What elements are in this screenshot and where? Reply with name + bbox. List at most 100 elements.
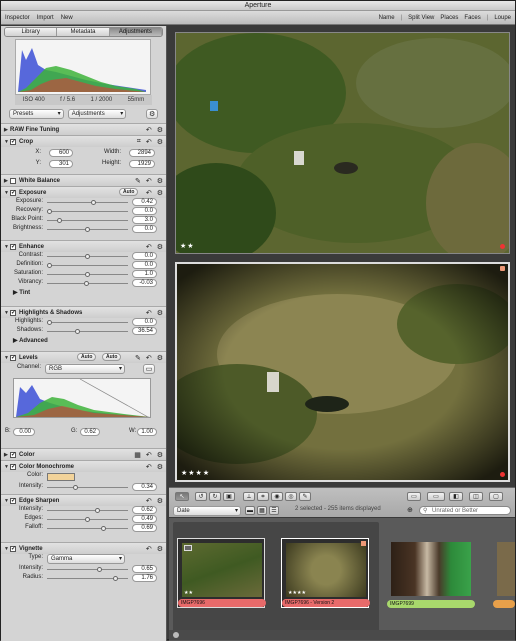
gear-icon[interactable]: ⚙ xyxy=(157,189,163,197)
edge-sharpen-checkbox[interactable]: ✓ xyxy=(10,497,16,504)
slider-knob[interactable] xyxy=(47,263,52,268)
thumbnail-imgp7699[interactable]: IMGP7699 xyxy=(387,538,475,608)
scroll-start-icon[interactable] xyxy=(173,632,179,638)
reset-icon[interactable]: ↶ xyxy=(146,243,152,251)
white-balance-checkbox[interactable] xyxy=(10,177,16,184)
reset-icon[interactable]: ↶ xyxy=(146,177,152,185)
contrast-field[interactable]: 0.0 xyxy=(132,252,157,260)
exposure-auto-button[interactable]: Auto xyxy=(119,188,139,196)
mono-intensity-slider[interactable] xyxy=(47,485,128,490)
gear-icon[interactable]: ⚙ xyxy=(157,545,163,553)
shadows-slider[interactable] xyxy=(47,329,128,334)
full-screen-icon[interactable]: ◧ xyxy=(449,492,463,501)
crop-height-field[interactable]: 1929 xyxy=(129,160,155,168)
tab-library[interactable]: Library xyxy=(5,28,58,36)
thumbnail-partial[interactable] xyxy=(493,538,515,608)
white-level-field[interactable]: 1.00 xyxy=(137,428,157,436)
tab-metadata[interactable]: Metadata xyxy=(57,28,110,36)
secondary-viewer-icon[interactable]: ▭ xyxy=(427,492,445,501)
definition-slider[interactable] xyxy=(47,263,128,268)
edges-slider[interactable] xyxy=(47,517,128,522)
vignette-checkbox[interactable]: ✓ xyxy=(10,545,16,552)
crop-width-field[interactable]: 2894 xyxy=(129,149,155,157)
gray-level-field[interactable]: 0.62 xyxy=(80,428,100,436)
red-eye-icon[interactable]: ◉ xyxy=(271,492,283,501)
gear-icon[interactable]: ⚙ xyxy=(157,177,163,185)
gear-icon[interactable]: ⚙ xyxy=(157,126,163,134)
falloff-field[interactable]: 0.69 xyxy=(132,524,157,532)
viewer-photo-1[interactable]: ★★ xyxy=(175,32,510,254)
radius-field[interactable]: 1.76 xyxy=(132,574,157,582)
edges-field[interactable]: 0.49 xyxy=(132,515,157,523)
reset-icon[interactable]: ↶ xyxy=(146,309,152,317)
levels-auto-rgb-button[interactable]: Auto xyxy=(102,353,122,361)
slider-knob[interactable] xyxy=(75,329,80,334)
loupe-icon[interactable]: ◫ xyxy=(469,492,483,501)
slider-knob[interactable] xyxy=(97,567,102,572)
spot-patch-icon[interactable]: ◎ xyxy=(285,492,297,501)
gear-icon[interactable]: ⚙ xyxy=(146,109,158,119)
slider-knob[interactable] xyxy=(85,272,90,277)
brightness-field[interactable]: 0.0 xyxy=(132,225,157,233)
vignette-intensity-slider[interactable] xyxy=(47,567,128,572)
grid-view-icon[interactable]: ▦ xyxy=(257,506,267,515)
reset-icon[interactable]: ↶ xyxy=(146,189,152,197)
vibrancy-slider[interactable] xyxy=(47,281,128,286)
reset-icon[interactable]: ↶ xyxy=(146,497,152,505)
slider-knob[interactable] xyxy=(47,209,52,214)
channel-popup[interactable]: RGB xyxy=(45,364,125,374)
reset-icon[interactable]: ↶ xyxy=(146,451,152,459)
reset-icon[interactable]: ↶ xyxy=(146,138,152,146)
import-button[interactable]: Import xyxy=(37,11,54,25)
falloff-slider[interactable] xyxy=(47,526,128,531)
vibrancy-field[interactable]: -0.03 xyxy=(132,279,157,287)
search-field[interactable]: ⚲ Unrated or Better xyxy=(419,506,511,515)
mono-intensity-field[interactable]: 0.34 xyxy=(132,483,157,491)
saturation-slider[interactable] xyxy=(47,272,128,277)
filmstrip-view-icon[interactable]: ▬ xyxy=(245,506,255,515)
recovery-field[interactable]: 0.0 xyxy=(132,207,157,215)
black-point-slider[interactable] xyxy=(47,218,128,223)
adjustments-popup[interactable]: Adjustments xyxy=(67,109,127,119)
hud-icon[interactable]: ▢ xyxy=(489,492,503,501)
slider-knob[interactable] xyxy=(113,576,118,581)
places-button[interactable]: Places xyxy=(440,11,458,25)
crop-checkbox[interactable]: ✓ xyxy=(10,138,16,145)
crop-tool-icon[interactable]: ⌗ xyxy=(137,138,141,146)
gear-icon[interactable]: ⚙ xyxy=(157,243,163,251)
crop-x-field[interactable]: 600 xyxy=(49,149,73,157)
contrast-slider[interactable] xyxy=(47,254,128,259)
thumbnail-imgp7696-version-2[interactable]: ★★★★ IMGP7696 - Version 2 xyxy=(281,538,370,608)
vignette-intensity-field[interactable]: 0.65 xyxy=(132,565,157,573)
name-button[interactable]: Name xyxy=(379,11,395,25)
saturation-field[interactable]: 1.0 xyxy=(132,270,157,278)
slider-knob[interactable] xyxy=(73,485,78,490)
enhance-checkbox[interactable]: ✓ xyxy=(10,243,16,250)
radius-slider[interactable] xyxy=(47,576,128,581)
browser-scrollbar[interactable] xyxy=(169,630,515,640)
slider-knob[interactable] xyxy=(85,227,90,232)
color-checkbox[interactable]: ✓ xyxy=(10,451,16,458)
tab-adjustments[interactable]: Adjustments xyxy=(109,28,162,36)
recovery-slider[interactable] xyxy=(47,209,128,214)
slider-knob[interactable] xyxy=(95,508,100,513)
slider-knob[interactable] xyxy=(57,218,62,223)
gear-icon[interactable]: ⚙ xyxy=(157,138,163,146)
shadows-field[interactable]: 36.54 xyxy=(132,327,157,335)
slider-knob[interactable] xyxy=(84,281,89,286)
slider-knob[interactable] xyxy=(47,320,52,325)
color-swatch[interactable] xyxy=(47,473,75,481)
levels-auto-luminance-button[interactable]: Auto xyxy=(77,353,97,361)
split-view-button[interactable]: Split View xyxy=(408,11,434,25)
crop-icon[interactable]: ⌗ xyxy=(257,492,269,501)
gear-icon[interactable]: ⚙ xyxy=(157,497,163,505)
viewer-mode-icon[interactable]: ▭ xyxy=(407,492,421,501)
select-tool-icon[interactable]: ↖ xyxy=(175,492,189,501)
eyedropper-icon[interactable]: ✎ xyxy=(135,177,141,185)
rotate-right-icon[interactable]: ↻ xyxy=(209,492,221,501)
gear-icon[interactable]: ⚙ xyxy=(157,309,163,317)
definition-field[interactable]: 0.0 xyxy=(132,261,157,269)
black-point-field[interactable]: 3.0 xyxy=(132,216,157,224)
slider-knob[interactable] xyxy=(85,254,90,259)
sharpen-intensity-field[interactable]: 0.62 xyxy=(132,506,157,514)
